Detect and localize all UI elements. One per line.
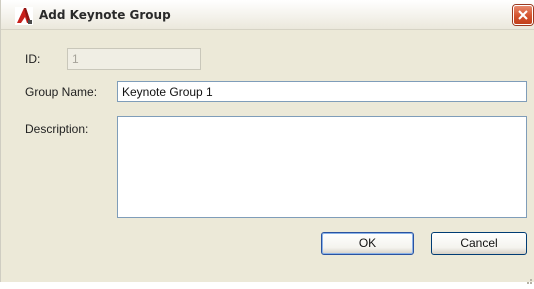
title-bar[interactable]: Add Keynote Group [1, 0, 534, 30]
autodesk-red-a-icon [15, 7, 33, 25]
description-label: Description: [25, 122, 89, 136]
close-button[interactable] [513, 5, 533, 25]
dialog-title: Add Keynote Group [39, 8, 171, 22]
id-field [67, 48, 201, 70]
cancel-button[interactable]: Cancel [431, 232, 527, 255]
add-keynote-group-dialog: Add Keynote Group ID: Group Name: Descri… [0, 0, 534, 284]
description-textarea[interactable] [117, 116, 527, 218]
group-name-label: Group Name: [25, 85, 98, 99]
id-label: ID: [25, 52, 41, 66]
ok-button[interactable]: OK [321, 232, 414, 255]
close-x-icon [518, 10, 528, 20]
resize-grip-icon[interactable] [523, 270, 533, 284]
group-name-input[interactable] [117, 81, 527, 102]
